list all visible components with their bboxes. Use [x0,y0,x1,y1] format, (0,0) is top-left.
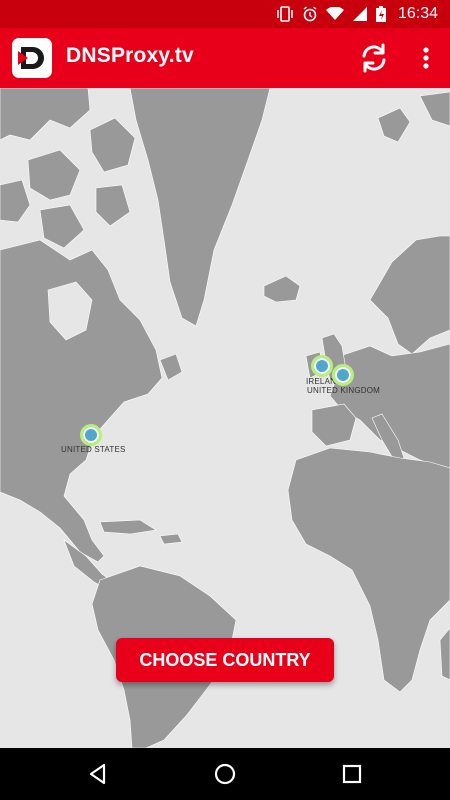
marker-label-united-states: UNITED STATES [61,445,126,454]
overflow-menu-button[interactable] [412,42,440,74]
recents-button[interactable] [338,760,366,788]
marker-label-united-kingdom: UNITED KINGDOM [307,386,381,395]
status-bar: 16:34 [0,0,450,28]
refresh-button[interactable] [358,42,390,74]
alarm-icon [302,6,318,22]
app-bar: DNSProxy.tv [0,28,450,88]
server-marker-united-kingdom[interactable] [332,364,354,386]
wifi-icon [325,7,344,21]
status-time: 16:34 [397,5,438,22]
app-title: DNSProxy.tv [66,44,194,67]
status-icons: 16:34 [276,0,438,28]
choose-country-button[interactable]: CHOOSE COUNTRY [116,638,334,682]
server-marker-ireland[interactable] [311,355,333,377]
refresh-icon [362,43,386,73]
back-icon [89,763,106,785]
vibrate-icon [276,6,294,22]
back-button[interactable] [84,760,112,788]
recents-icon [342,764,362,784]
app-logo [12,38,52,78]
home-icon [214,763,236,785]
home-button[interactable] [211,760,239,788]
battery-icon [375,6,386,22]
more-vert-icon [423,47,429,69]
navigation-bar [0,748,450,800]
signal-icon [352,6,368,22]
server-marker-united-states[interactable] [80,424,102,446]
